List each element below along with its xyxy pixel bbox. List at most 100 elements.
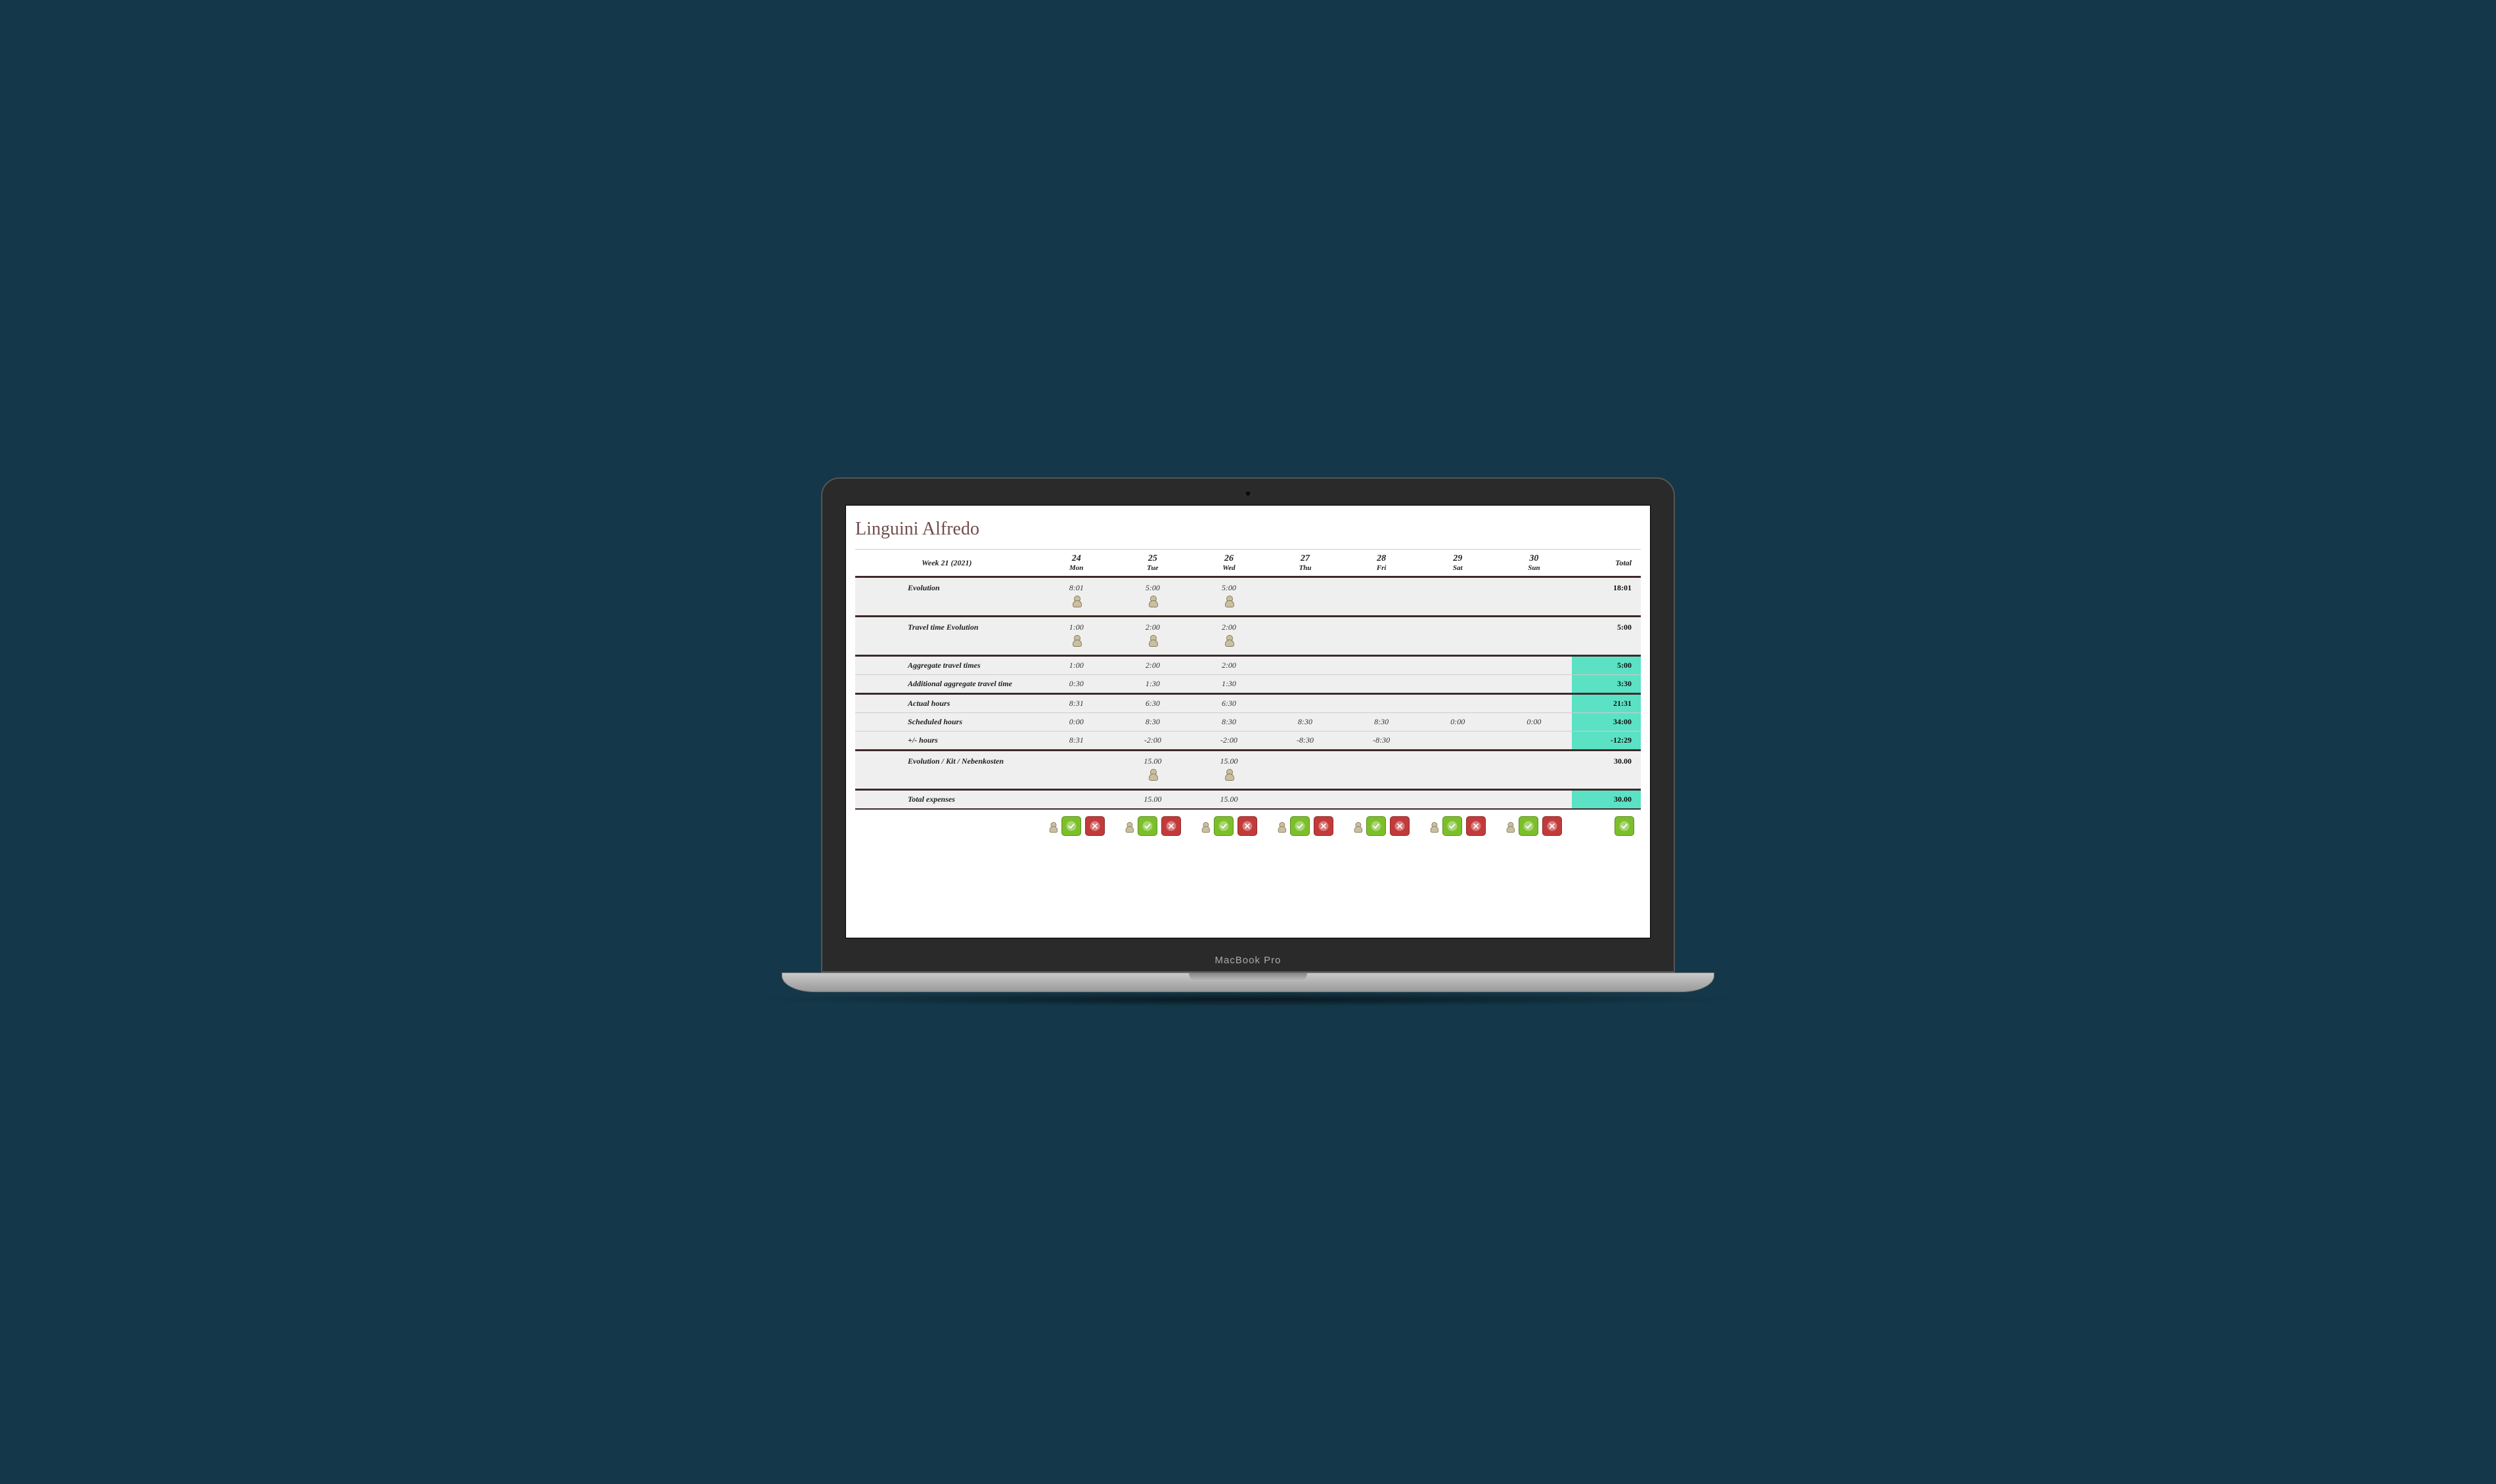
cell-value: 6:30	[1115, 694, 1191, 713]
cell-value: 8:30	[1115, 713, 1191, 731]
day-header-wed: 26Wed	[1191, 550, 1267, 577]
reject-button[interactable]	[1390, 816, 1410, 836]
cell-value: 2:00	[1191, 656, 1267, 675]
row-total: 30.00	[1572, 751, 1641, 790]
row-label: Total expenses	[855, 790, 1038, 810]
cell-value	[1267, 617, 1343, 656]
header-row: Week 21 (2021) 24Mon 25Tue 26Wed 27Thu 2…	[855, 550, 1641, 577]
day-header-thu: 27Thu	[1267, 550, 1343, 577]
cell-value: 2:00	[1191, 617, 1267, 656]
cell-value	[1496, 675, 1572, 694]
cell-value: 5:00	[1115, 577, 1191, 617]
person-icon	[1048, 822, 1057, 833]
laptop-notch	[1189, 973, 1307, 981]
cell-value: 8:31	[1038, 731, 1115, 751]
cell-value: 2:00	[1115, 656, 1191, 675]
actions-row	[855, 809, 1641, 842]
app-screen: Linguini Alfredo Week 21 (2021) 24Mon 25…	[845, 505, 1651, 938]
person-icon	[1148, 635, 1157, 647]
cell-value	[1419, 617, 1496, 656]
laptop-screen-frame: MacBook Pro Linguini Alfredo Week 21 (20…	[821, 477, 1675, 972]
day-actions-tue	[1117, 816, 1188, 836]
laptop-mockup: MacBook Pro Linguini Alfredo Week 21 (20…	[821, 477, 1675, 1007]
table-row: Scheduled hours0:008:308:308:308:300:000…	[855, 713, 1641, 731]
day-header-sun: 30Sun	[1496, 550, 1572, 577]
cell-value	[1038, 790, 1115, 810]
cell-value	[1343, 656, 1419, 675]
day-actions-sun	[1498, 816, 1569, 836]
reject-button[interactable]	[1085, 816, 1105, 836]
device-label: MacBook Pro	[822, 955, 1674, 966]
cell-value	[1419, 751, 1496, 790]
cell-value	[1267, 790, 1343, 810]
row-total: -12:29	[1572, 731, 1641, 751]
reject-button[interactable]	[1161, 816, 1181, 836]
row-label: Evolution	[855, 577, 1038, 617]
approve-button[interactable]	[1519, 816, 1538, 836]
row-total: 34:00	[1572, 713, 1641, 731]
cell-value	[1038, 751, 1115, 790]
week-label: Week 21 (2021)	[855, 550, 1038, 577]
row-label: +/- hours	[855, 731, 1038, 751]
reject-button[interactable]	[1237, 816, 1257, 836]
laptop-base	[782, 972, 1714, 992]
cell-value: 8:31	[1038, 694, 1115, 713]
reject-button[interactable]	[1314, 816, 1333, 836]
cell-value	[1419, 577, 1496, 617]
day-header-mon: 24Mon	[1038, 550, 1115, 577]
approve-button[interactable]	[1615, 816, 1634, 836]
row-total: 18:01	[1572, 577, 1641, 617]
table-row: +/- hours8:31-2:00-2:00-8:30-8:30-12:29	[855, 731, 1641, 751]
page-title: Linguini Alfredo	[855, 519, 1641, 540]
cell-value: 15.00	[1191, 790, 1267, 810]
table-row: Additional aggregate travel time0:301:30…	[855, 675, 1641, 694]
cell-value: 2:00	[1115, 617, 1191, 656]
person-icon	[1125, 822, 1134, 833]
cell-value	[1496, 656, 1572, 675]
cell-value	[1419, 675, 1496, 694]
cell-value	[1343, 617, 1419, 656]
row-total: 3:30	[1572, 675, 1641, 694]
cell-value	[1496, 617, 1572, 656]
reject-button[interactable]	[1542, 816, 1562, 836]
cell-value: -2:00	[1115, 731, 1191, 751]
cell-value: -8:30	[1343, 731, 1419, 751]
approve-button[interactable]	[1366, 816, 1386, 836]
cell-value: 1:30	[1115, 675, 1191, 694]
person-icon	[1224, 769, 1234, 781]
cell-value	[1343, 694, 1419, 713]
cell-value: 8:30	[1267, 713, 1343, 731]
row-label: Scheduled hours	[855, 713, 1038, 731]
cell-value: 1:00	[1038, 656, 1115, 675]
cell-value	[1343, 577, 1419, 617]
approve-button[interactable]	[1214, 816, 1234, 836]
day-header-fri: 28Fri	[1343, 550, 1419, 577]
approve-button[interactable]	[1138, 816, 1157, 836]
cell-value: 8:30	[1191, 713, 1267, 731]
table-row: Aggregate travel times1:002:002:005:00	[855, 656, 1641, 675]
person-icon	[1506, 822, 1515, 833]
approve-button[interactable]	[1061, 816, 1081, 836]
approve-button[interactable]	[1442, 816, 1462, 836]
cell-value: 15.00	[1115, 790, 1191, 810]
cell-value	[1267, 694, 1343, 713]
row-total: 5:00	[1572, 617, 1641, 656]
cell-value: 0:00	[1038, 713, 1115, 731]
person-icon	[1224, 596, 1234, 607]
cell-value: 1:30	[1191, 675, 1267, 694]
person-icon	[1224, 635, 1234, 647]
cell-value: -8:30	[1267, 731, 1343, 751]
cell-value	[1267, 675, 1343, 694]
day-header-sat: 29Sat	[1419, 550, 1496, 577]
table-row: Evolution / Kit / Nebenkosten15.0015.003…	[855, 751, 1641, 790]
cell-value: 15.00	[1191, 751, 1267, 790]
cell-value	[1343, 751, 1419, 790]
row-total: 21:31	[1572, 694, 1641, 713]
cell-value	[1343, 675, 1419, 694]
approve-button[interactable]	[1290, 816, 1310, 836]
cell-value: 1:00	[1038, 617, 1115, 656]
day-actions-fri	[1346, 816, 1417, 836]
reject-button[interactable]	[1466, 816, 1486, 836]
cell-value	[1496, 751, 1572, 790]
person-icon	[1072, 635, 1081, 647]
